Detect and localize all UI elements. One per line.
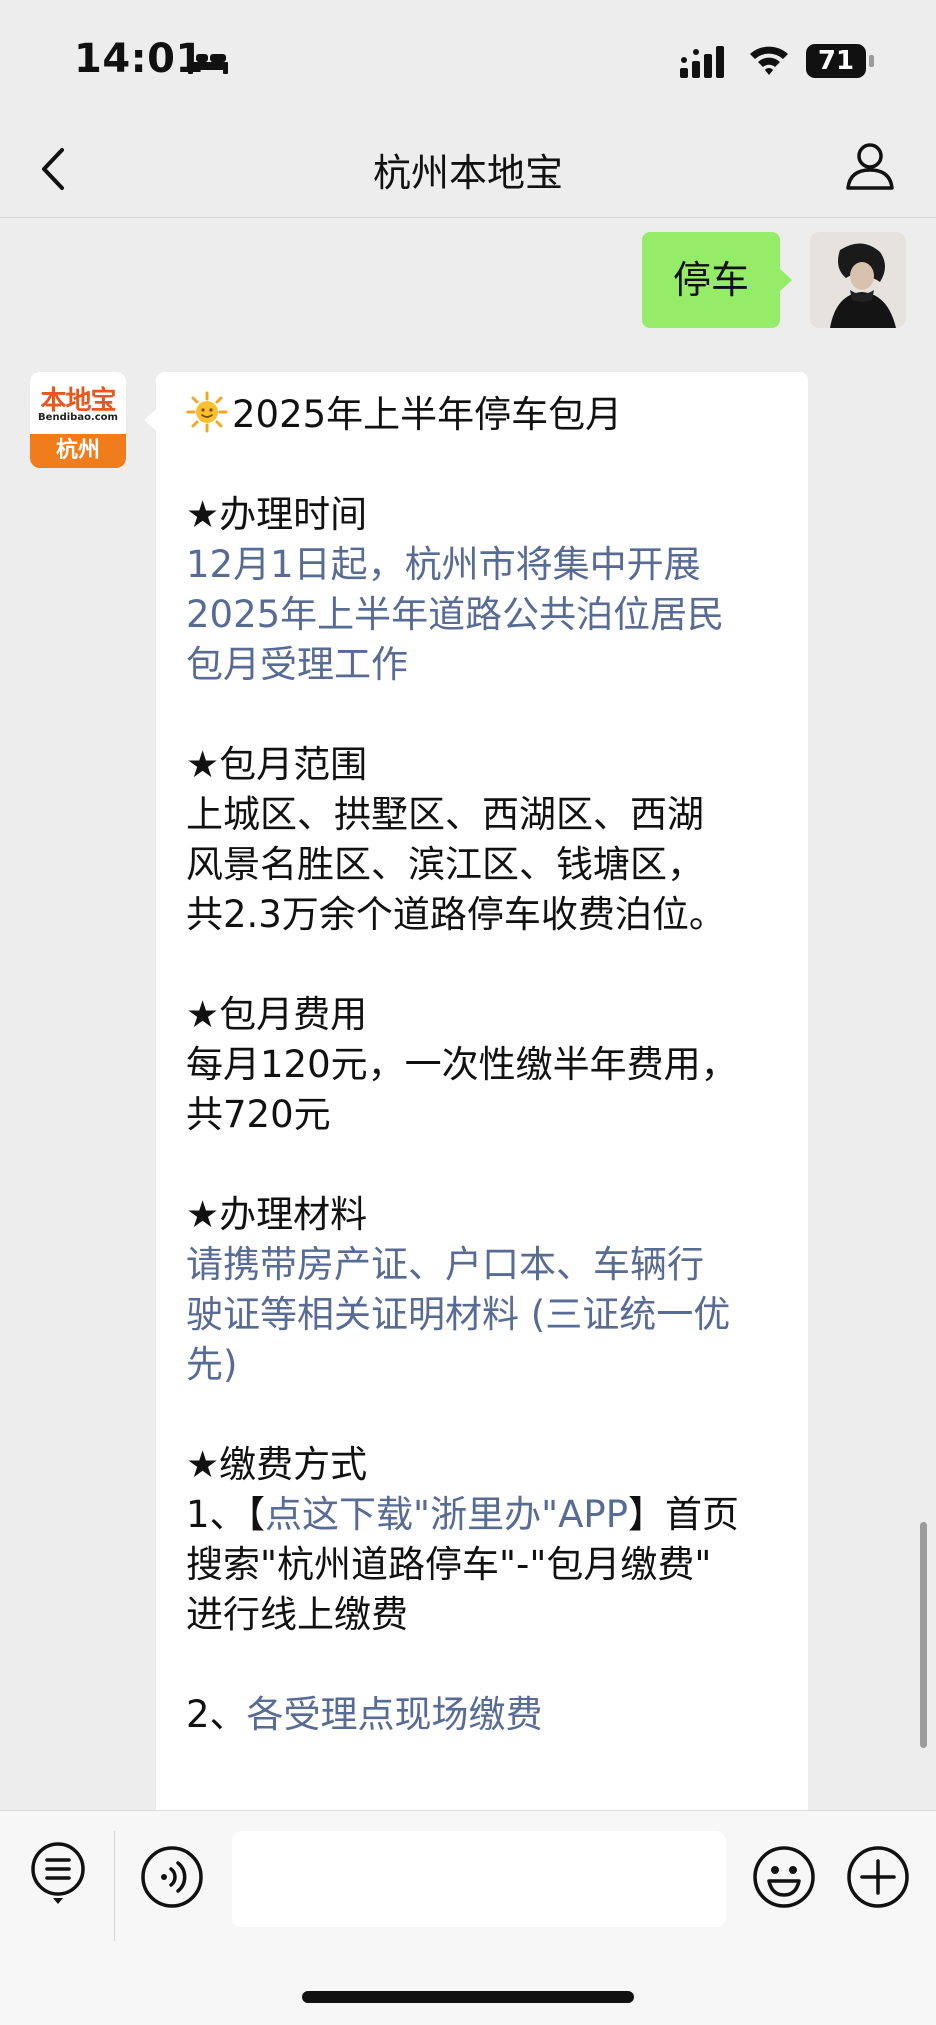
wifi-icon [750,46,788,75]
download-app-link[interactable]: 点这下载"浙里办"APP [265,1493,628,1536]
body-text: 进行线上缴费 [186,1593,408,1636]
nav-bar: 杭州本地宝 [0,120,936,218]
item-suffix: 】首页 [628,1493,740,1536]
body-text: 上城区、拱墅区、西湖区、西湖 [186,793,704,836]
body-text: 共2.3万余个道路停车收费泊位。 [186,893,726,936]
status-bar: 14:01 71 [0,0,936,120]
divider [114,1831,115,1941]
link-text[interactable]: 12月1日起，杭州市将集中开展 [186,540,778,590]
home-indicator[interactable] [302,1991,634,2003]
link-text[interactable]: 驶证等相关证明材料 (三证统一优 [186,1290,778,1340]
link-text[interactable]: 先) [186,1340,778,1390]
sun-icon [186,391,228,433]
user-avatar[interactable] [810,232,906,328]
body-text: 风景名胜区、滨江区、钱塘区， [186,843,704,886]
battery-level: 71 [817,46,855,76]
user-avatar-image [810,232,906,328]
scrollbar[interactable] [920,1522,927,1748]
body-text: 搜索"杭州道路停车"-"包月缴费" [186,1543,712,1586]
bot-avatar[interactable]: 本地宝 Bendibao.com 杭州 [30,372,126,468]
bot-logo-city: 杭州 [30,434,126,468]
item-prefix: 1、【 [186,1493,266,1536]
message-input[interactable] [232,1831,726,1927]
list-menu-icon[interactable] [28,1841,88,1907]
link-text[interactable]: 请携带房产证、户口本、车辆行 [186,1240,778,1290]
body-text: 每月120元，一次性缴半年费用， [186,1043,738,1086]
bed-icon [188,52,228,74]
link-text[interactable]: 2025年上半年道路公共泊位居民 [186,590,778,640]
item-prefix: 2、 [186,1693,247,1736]
onsite-payment-link[interactable]: 各受理点现场缴费 [247,1693,543,1736]
bot-logo-sub: Bendibao.com [38,412,118,423]
payment-item-1: 1、【点这下载"浙里办"APP】首页 [186,1490,778,1540]
chat-area[interactable]: 停车 本地宝 Bendibao.com 杭州 2025年上半年停车包月 ★办理时… [0,218,936,1810]
body-text: 共720元 [186,1093,331,1136]
smiley-icon[interactable] [752,1845,816,1909]
section-heading: ★包月费用 [186,993,368,1036]
title-text: 2025年上半年停车包月 [232,393,623,436]
page-title: 杭州本地宝 [372,151,563,195]
payment-item-2: 2、各受理点现场缴费 [186,1690,778,1740]
section-heading: ★办理时间 [186,493,368,536]
section-heading: ★包月范围 [186,743,368,786]
section-heading: ★缴费方式 [186,1443,368,1486]
section-heading: ★办理材料 [186,1193,368,1236]
input-bar [0,1810,936,2025]
person-icon[interactable] [842,138,898,194]
received-message-bubble[interactable]: 2025年上半年停车包月 ★办理时间 12月1日起，杭州市将集中开展 2025年… [144,372,808,1810]
plus-icon[interactable] [846,1845,910,1909]
sent-message-bubble[interactable]: 停车 [642,232,792,328]
voice-icon[interactable] [140,1845,204,1909]
status-time: 14:01 [74,36,204,82]
link-text[interactable]: 包月受理工作 [186,640,778,690]
signal-icon [680,46,724,78]
message-title: 2025年上半年停车包月 [186,390,778,440]
